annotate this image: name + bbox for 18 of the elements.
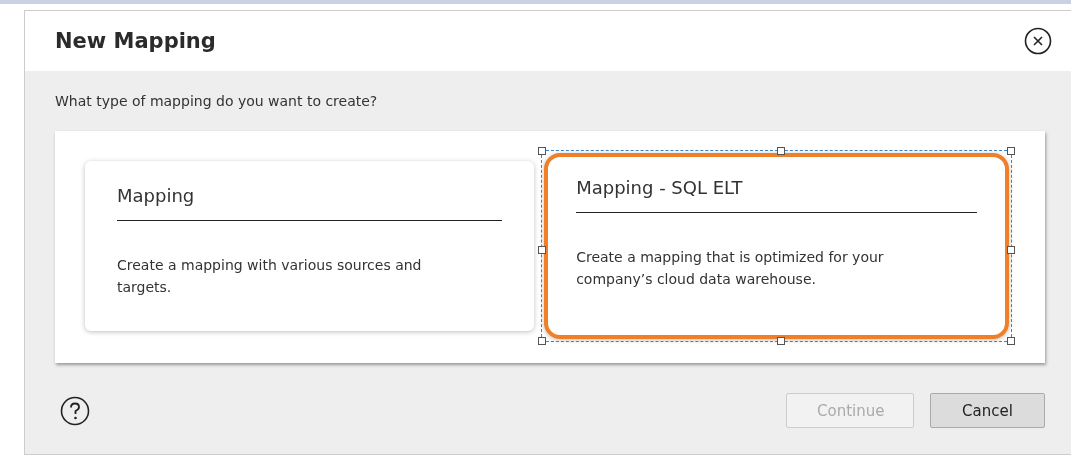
resize-handle[interactable] — [1007, 147, 1015, 155]
help-icon[interactable] — [60, 395, 90, 426]
mapping-type-card[interactable]: Mapping Create a mapping with various sources and targets. — [85, 161, 535, 331]
resize-handle[interactable] — [1007, 246, 1015, 254]
resize-handle[interactable] — [776, 147, 785, 155]
resize-handle[interactable] — [1007, 337, 1015, 345]
resize-handle[interactable] — [538, 337, 547, 345]
resize-handle[interactable] — [538, 147, 547, 155]
dialog-title: New Mapping — [55, 29, 216, 53]
resize-handle[interactable] — [538, 246, 547, 254]
card-description: Create a mapping with various sources and targets. — [117, 256, 423, 297]
card-title: Mapping - SQL ELT — [576, 177, 977, 213]
question-text: What type of mapping do you want to create? — [55, 93, 379, 109]
cancel-button[interactable]: Cancel — [930, 393, 1045, 428]
close-icon[interactable] — [1024, 27, 1052, 55]
card-title: Mapping — [117, 185, 503, 221]
card-description: Create a mapping that is optimized for your company’s cloud data warehouse. — [576, 248, 885, 289]
resize-handle[interactable] — [776, 337, 785, 345]
